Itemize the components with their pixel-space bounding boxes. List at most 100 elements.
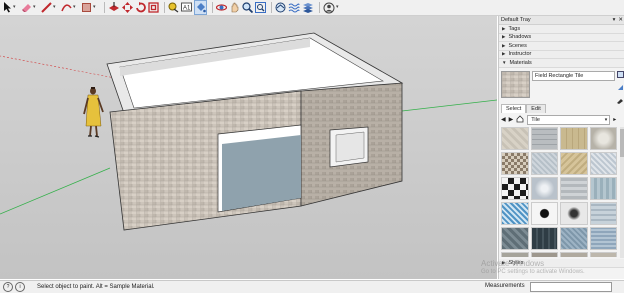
move-tool-icon[interactable] bbox=[122, 1, 133, 14]
back-arrow-icon[interactable]: ◀ bbox=[501, 116, 506, 123]
panel-label: Materials bbox=[509, 59, 532, 66]
line-dropdown-icon[interactable]: ▾ bbox=[53, 5, 58, 10]
orbit-tool-icon[interactable] bbox=[216, 1, 227, 14]
panel-label: Scenes bbox=[508, 42, 527, 49]
text-tool-icon[interactable]: A1 bbox=[181, 1, 192, 14]
material-swatch[interactable] bbox=[530, 152, 558, 175]
expand-arrow-icon: ▶ bbox=[502, 51, 506, 57]
arc-dropdown-icon[interactable]: ▾ bbox=[73, 5, 78, 10]
select-dropdown-icon[interactable]: ▾ bbox=[13, 5, 18, 10]
rectangle-dropdown-icon[interactable]: ▾ bbox=[93, 5, 98, 10]
material-tabs: Select Edit bbox=[501, 104, 546, 113]
tab-select[interactable]: Select bbox=[501, 104, 527, 113]
material-library-select[interactable]: Tile ▾ bbox=[527, 114, 611, 125]
tray-title-bar: Default Tray ▾ ✕ bbox=[499, 16, 624, 25]
expand-arrow-icon: ▶ bbox=[502, 42, 506, 48]
eraser-tool-icon[interactable] bbox=[21, 1, 32, 14]
status-bar: ? i Select object to paint. Alt = Sample… bbox=[0, 280, 624, 293]
material-swatch[interactable] bbox=[560, 127, 588, 150]
geo-location-icon[interactable]: i bbox=[15, 282, 25, 292]
material-swatch[interactable] bbox=[589, 127, 617, 150]
account-dropdown-icon[interactable]: ▾ bbox=[336, 5, 341, 10]
display-secondary-icon[interactable] bbox=[617, 70, 624, 80]
material-swatch[interactable] bbox=[589, 152, 617, 175]
create-material-icon[interactable] bbox=[617, 84, 624, 93]
material-swatch[interactable] bbox=[560, 152, 588, 175]
toolbar-separator bbox=[212, 2, 213, 13]
tab-edit[interactable]: Edit bbox=[526, 104, 546, 113]
eraser-dropdown-icon[interactable]: ▾ bbox=[33, 5, 38, 10]
zoom-tool-icon[interactable] bbox=[242, 1, 253, 14]
scrollbar-thumb[interactable] bbox=[620, 129, 624, 157]
material-swatch[interactable] bbox=[501, 252, 529, 257]
model-viewport[interactable] bbox=[0, 16, 497, 279]
material-swatch[interactable] bbox=[530, 177, 558, 200]
materials-header: Field Rectangle Tile bbox=[499, 68, 624, 104]
window-inner bbox=[335, 131, 365, 163]
paint-bucket-tool-icon[interactable] bbox=[194, 0, 207, 15]
material-swatch[interactable] bbox=[589, 177, 617, 200]
zoom-extents-icon[interactable] bbox=[255, 1, 266, 14]
material-swatch[interactable] bbox=[530, 252, 558, 257]
material-swatch[interactable] bbox=[560, 227, 588, 250]
offset-tool-icon[interactable] bbox=[148, 1, 159, 14]
material-name-field[interactable]: Field Rectangle Tile bbox=[532, 70, 615, 81]
panel-label: Shadows bbox=[508, 34, 532, 41]
panel-label: Tags bbox=[508, 25, 521, 32]
panel-shadows[interactable]: ▶ Shadows bbox=[499, 33, 624, 42]
material-swatch[interactable] bbox=[530, 127, 558, 150]
material-grid-scrollbar[interactable] bbox=[620, 127, 624, 258]
forward-arrow-icon[interactable]: ▶ bbox=[509, 116, 514, 123]
material-swatch[interactable] bbox=[501, 177, 529, 200]
arc-tool-icon[interactable] bbox=[61, 1, 72, 14]
measurements-input[interactable] bbox=[530, 282, 612, 292]
material-swatch[interactable] bbox=[501, 127, 529, 150]
panel-label: Instructor bbox=[508, 51, 532, 58]
material-swatch[interactable] bbox=[589, 252, 617, 257]
chevron-down-icon: ▾ bbox=[604, 116, 608, 123]
material-swatch[interactable] bbox=[501, 202, 529, 225]
green-axis-dotted bbox=[401, 99, 497, 112]
extension-icon[interactable] bbox=[288, 1, 300, 14]
info-icon[interactable]: ? bbox=[3, 282, 13, 292]
account-icon[interactable] bbox=[323, 1, 335, 14]
green-axis bbox=[0, 167, 111, 215]
panel-tags[interactable]: ▶ Tags bbox=[499, 25, 624, 34]
select-tool-icon[interactable] bbox=[3, 1, 12, 14]
status-hint: Select object to paint. Alt = Sample Mat… bbox=[37, 284, 155, 290]
home-icon[interactable] bbox=[516, 114, 524, 125]
details-arrow-icon[interactable]: ▸ bbox=[613, 116, 616, 123]
toolbar-separator bbox=[271, 2, 272, 13]
material-side-buttons bbox=[617, 70, 624, 106]
rectangle-tool-icon[interactable] bbox=[81, 1, 92, 14]
rotate-tool-icon[interactable] bbox=[135, 1, 146, 14]
material-swatch[interactable] bbox=[560, 202, 588, 225]
share-model-icon[interactable] bbox=[302, 1, 314, 14]
material-swatch[interactable] bbox=[560, 252, 588, 257]
main-toolbar: ▾ ▾ ▾ ▾ ▾ A1 ▾ bbox=[0, 0, 624, 16]
panel-instructor[interactable]: ▶ Instructor bbox=[499, 50, 624, 59]
activation-watermark-title: Activate Windows bbox=[481, 259, 545, 268]
warehouse-icon[interactable] bbox=[275, 1, 286, 14]
material-swatch[interactable] bbox=[560, 177, 588, 200]
material-swatch[interactable] bbox=[501, 152, 529, 175]
material-swatch[interactable] bbox=[589, 227, 617, 250]
push-pull-tool-icon[interactable] bbox=[108, 1, 120, 14]
material-swatch[interactable] bbox=[589, 202, 617, 225]
close-icon[interactable]: ✕ bbox=[618, 17, 623, 23]
material-swatch[interactable] bbox=[530, 227, 558, 250]
line-tool-icon[interactable] bbox=[41, 1, 52, 14]
pin-icon[interactable]: ▾ bbox=[613, 17, 616, 23]
sample-paint-icon[interactable] bbox=[617, 97, 624, 106]
red-axis bbox=[0, 55, 116, 79]
panel-scenes[interactable]: ▶ Scenes bbox=[499, 42, 624, 51]
material-swatch[interactable] bbox=[501, 227, 529, 250]
material-library-value: Tile bbox=[531, 116, 540, 123]
scale-figure bbox=[83, 87, 104, 138]
toolbar-separator bbox=[164, 2, 165, 13]
material-swatch[interactable] bbox=[530, 202, 558, 225]
tape-measure-tool-icon[interactable] bbox=[168, 1, 179, 14]
pan-tool-icon[interactable] bbox=[229, 1, 240, 14]
panel-materials[interactable]: ▼ Materials bbox=[499, 59, 624, 68]
svg-text:A1: A1 bbox=[183, 6, 191, 12]
